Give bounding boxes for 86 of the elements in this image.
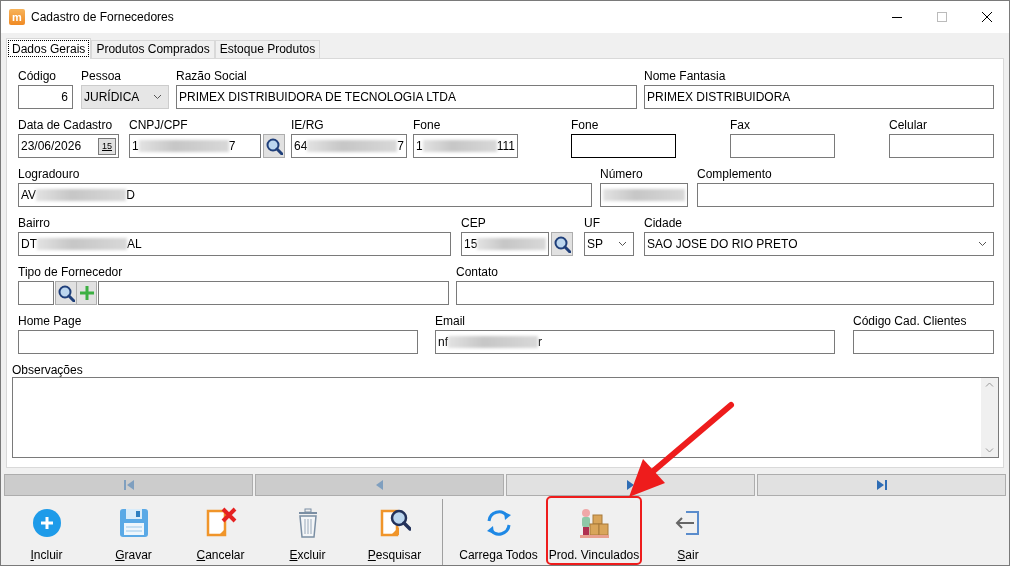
previous-icon (374, 480, 385, 490)
text-field[interactable] (853, 330, 994, 354)
search-button[interactable] (55, 281, 77, 305)
date-field[interactable]: 23/06/2026 15 (18, 134, 119, 158)
field-label: Tipo de Fornecedor (18, 265, 124, 281)
text-field[interactable] (571, 134, 676, 158)
tab[interactable]: Produtos Comprados (91, 40, 215, 58)
toolbar-button[interactable]: Sair (642, 496, 734, 565)
close-icon (981, 12, 992, 22)
field-label: Celular (889, 118, 928, 134)
last-icon (876, 480, 887, 490)
toolbar-button[interactable]: Carrega Todos (451, 496, 546, 565)
text-field[interactable] (600, 183, 688, 207)
caret-icon (978, 241, 987, 247)
field-label: Data de Cadastro (18, 118, 114, 134)
search-icon (265, 137, 283, 155)
field-label: Fone (571, 118, 600, 134)
next-icon (625, 480, 636, 490)
field-label: Contato (456, 265, 500, 281)
toolbar-button[interactable]: Pesquisar (351, 496, 438, 565)
field-label: Fone (413, 118, 442, 134)
toolbar-button[interactable]: Incluir (3, 496, 90, 565)
field-label: Complemento (697, 167, 773, 183)
text-field[interactable]: PRIMEX DISTRIBUIDORA DE TECNOLOGIA LTDA (176, 85, 637, 109)
tab[interactable]: Dados Gerais (6, 38, 92, 59)
tab[interactable]: Estoque Produtos (214, 40, 321, 58)
text-field[interactable]: 1 111 (413, 134, 518, 158)
text-field[interactable]: 15 (461, 232, 549, 256)
scroll-down-icon (985, 448, 994, 453)
field-label: Pessoa (81, 69, 123, 85)
navigation-button[interactable] (506, 474, 755, 496)
toolbar-button[interactable]: Prod. Vinculados (546, 496, 642, 565)
field-label: Home Page (18, 314, 83, 330)
field-label: Cidade (644, 216, 684, 232)
text-field[interactable]: PRIMEX DISTRIBUIDORA (644, 85, 994, 109)
field-label: UF (584, 216, 601, 232)
calendar-button[interactable]: 15 (98, 137, 116, 155)
text-field[interactable] (18, 330, 418, 354)
window-title: Cadastro de Fornecedores (31, 10, 174, 24)
minimize-icon (891, 16, 902, 18)
field-label: Bairro (18, 216, 51, 232)
field-label: Razão Social (176, 69, 248, 85)
toolbar-button[interactable]: Gravar (90, 496, 177, 565)
description-field[interactable] (98, 281, 449, 305)
toolbar-button[interactable]: Cancelar (177, 496, 264, 565)
search-button[interactable] (551, 232, 573, 256)
code-field[interactable] (18, 281, 54, 305)
text-field[interactable]: nf r (435, 330, 835, 354)
text-field[interactable] (730, 134, 835, 158)
field-label: IE/RG (291, 118, 325, 134)
field-label: Nome Fantasia (644, 69, 727, 85)
text-field[interactable]: 6 (18, 85, 73, 109)
first-icon (123, 480, 134, 490)
field-label: Código (18, 69, 58, 85)
field-label: Email (435, 314, 466, 330)
plus-icon (78, 285, 95, 301)
caret-icon (618, 241, 627, 247)
field-label: Número (600, 167, 644, 183)
text-field[interactable] (697, 183, 994, 207)
dropdown-field[interactable]: SAO JOSE DO RIO PRETO (644, 232, 994, 256)
field-label: CNPJ/CPF (129, 118, 189, 134)
toolbar-button[interactable]: Excluir (264, 496, 351, 565)
search-icon (553, 235, 571, 253)
scrollbar[interactable] (981, 378, 998, 457)
text-field[interactable]: AV D (18, 183, 592, 207)
caret-icon (153, 94, 162, 100)
document-cross-icon (204, 507, 237, 539)
field-label: CEP (461, 216, 487, 232)
scroll-up-icon (985, 382, 994, 387)
field-label: Fax (730, 118, 751, 134)
app-logo: m (9, 9, 25, 25)
text-field[interactable]: 64 7 (291, 134, 407, 158)
text-field[interactable] (889, 134, 994, 158)
person-boxes-icon (578, 507, 610, 539)
field-label: Código Cad. Clientes (853, 314, 968, 330)
search-button[interactable] (263, 134, 285, 158)
maximize-icon (936, 12, 947, 22)
field-label: Logradouro (18, 167, 81, 183)
document-search-icon (378, 507, 411, 539)
search-icon (57, 284, 75, 302)
field-label: Observações (12, 363, 84, 377)
text-field[interactable]: 1 7 (129, 134, 261, 158)
add-circle-icon (30, 507, 63, 539)
text-field[interactable] (456, 281, 994, 305)
text-field[interactable]: DT AL (18, 232, 451, 256)
dropdown-field[interactable]: SP (584, 232, 634, 256)
